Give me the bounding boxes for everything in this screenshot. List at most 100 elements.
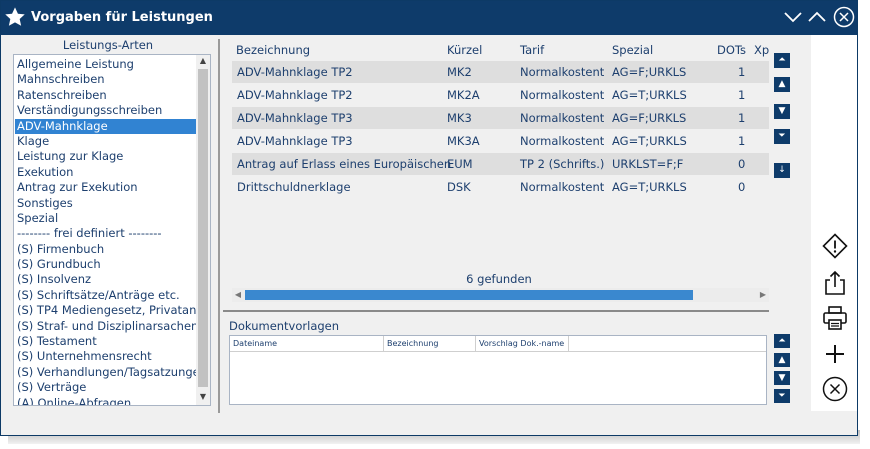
- header-xp[interactable]: Xp: [754, 43, 769, 57]
- list-item[interactable]: Sonstiges: [15, 196, 197, 211]
- doc-header-dateiname[interactable]: Dateiname: [230, 336, 384, 351]
- cell-bezeichnung: ADV-Mahnklage TP2: [237, 65, 353, 79]
- list-item[interactable]: (S) Verhandlungen/Tagsatzungen: [15, 365, 197, 380]
- header-kuerzel[interactable]: Kürzel: [447, 43, 482, 57]
- list-scrollbar[interactable]: ▲ ▼: [196, 55, 210, 405]
- arrow-down-icon: ↓: [778, 165, 786, 175]
- table-row[interactable]: Drittschuldnerklage DSK Normalkostent AG=T;…: [232, 176, 769, 198]
- doc-header-vorschlag[interactable]: Vorschlag Dok.-name: [476, 336, 569, 351]
- leistungs-arten-panel: Leistungs-Arten Allgemeine Leistung Mahns…: [1, 35, 215, 413]
- list-item[interactable]: -------- frei definiert --------: [15, 226, 197, 241]
- cell-spezial: AG=F;URKLS: [612, 111, 687, 125]
- grid-nav-button[interactable]: ↓: [774, 163, 790, 178]
- cell-tarif: Normalkostent: [520, 111, 605, 125]
- list-item[interactable]: Mahnschreiben: [15, 72, 197, 87]
- list-item[interactable]: (S) Straf- und Disziplinarsachen: [15, 319, 197, 334]
- horizontal-splitter[interactable]: [223, 310, 769, 312]
- leistungs-arten-list[interactable]: Allgemeine Leistung Mahnschreiben Ratensch…: [13, 54, 211, 406]
- scrollbar-thumb[interactable]: [198, 69, 208, 387]
- list-item[interactable]: (S) Firmenbuch: [15, 242, 197, 257]
- chevron-down-icon: ▼: [778, 106, 786, 116]
- list-item[interactable]: Ratenschreiben: [15, 88, 197, 103]
- header-tarif[interactable]: Tarif: [520, 43, 544, 57]
- list-item[interactable]: (S) Unternehmensrecht: [15, 349, 197, 364]
- grid-nav-button[interactable]: ⏷: [774, 129, 790, 144]
- cell-tarif: Normalkostent: [520, 88, 605, 102]
- double-chevron-down-icon: ⏷: [778, 131, 786, 141]
- list-item[interactable]: (A) Online-Abfragen: [15, 396, 197, 405]
- table-row[interactable]: ADV-Mahnklage TP3 MK3 Normalkostent AG=F;UR…: [232, 107, 769, 129]
- table-row[interactable]: ADV-Mahnklage TP3 MK3A Normalkostent AG=T;U…: [232, 130, 769, 152]
- header-dots[interactable]: DOTs: [717, 43, 746, 57]
- header-bezeichnung[interactable]: Bezeichnung: [236, 43, 310, 57]
- doc-down-button[interactable]: ▼: [774, 371, 790, 385]
- doc-last-button[interactable]: ⏷: [774, 389, 790, 403]
- warning-diamond-icon[interactable]: [822, 233, 848, 259]
- scroll-down-arrow-icon[interactable]: ▼: [196, 391, 210, 403]
- dokumentvorlagen-header: Dateiname Bezeichnung Vorschlag Dok.-nam…: [230, 336, 766, 352]
- list-item[interactable]: (S) Schriftsätze/Anträge etc.: [15, 288, 197, 303]
- doc-header-bezeichnung[interactable]: Bezeichnung: [384, 336, 476, 351]
- printer-icon[interactable]: [822, 305, 848, 331]
- dialog-window: Vorgaben für Leistungen Leistungs-Arten …: [0, 0, 858, 436]
- dokumentvorlagen-table[interactable]: Dateiname Bezeichnung Vorschlag Dok.-nam…: [229, 335, 767, 405]
- scroll-right-arrow-icon[interactable]: ▶: [757, 288, 769, 302]
- list-item[interactable]: Antrag zur Exekution: [15, 180, 197, 195]
- scroll-left-arrow-icon[interactable]: ◀: [232, 288, 244, 302]
- add-plus-icon[interactable]: [822, 341, 848, 367]
- close-icon[interactable]: [833, 6, 855, 28]
- list-item[interactable]: (S) Insolvenz: [15, 272, 197, 287]
- list-item[interactable]: (S) Grundbuch: [15, 257, 197, 272]
- cell-bezeichnung: ADV-Mahnklage TP2: [237, 88, 353, 102]
- cell-tarif: Normalkostent: [520, 134, 605, 148]
- star-icon: [5, 7, 25, 26]
- maximize-chevron-up-icon[interactable]: [807, 7, 827, 27]
- title-bar: Vorgaben für Leistungen: [1, 1, 857, 35]
- list-item[interactable]: ADV-Mahnklage: [15, 118, 197, 134]
- double-chevron-down-icon: ⏷: [778, 391, 786, 401]
- vertical-splitter[interactable]: [218, 39, 220, 413]
- scroll-up-arrow-icon[interactable]: ▲: [196, 55, 210, 67]
- table-row[interactable]: ADV-Mahnklage TP2 MK2A Normalkostent AG=T;U…: [232, 84, 769, 106]
- list-item[interactable]: Allgemeine Leistung: [15, 57, 197, 72]
- horizontal-scrollbar-thumb[interactable]: [245, 290, 693, 300]
- list-item[interactable]: Klage: [15, 134, 197, 149]
- horizontal-scrollbar[interactable]: ◀ ▶: [232, 288, 769, 302]
- grid-nav-button[interactable]: ▲: [774, 77, 790, 92]
- cell-kuerzel: MK2: [447, 65, 472, 79]
- cell-bezeichnung: Drittschuldnerklage: [237, 180, 351, 194]
- dokumentvorlagen-title: Dokumentvorlagen: [229, 319, 340, 333]
- list-item[interactable]: Verständigungsschreiben: [15, 103, 197, 118]
- minimize-chevron-down-icon[interactable]: [783, 7, 803, 27]
- cell-kuerzel: MK3: [447, 111, 472, 125]
- list-item[interactable]: (S) Testament: [15, 334, 197, 349]
- cell-dots: 1: [738, 111, 746, 125]
- cell-tarif: TP 2 (Schrifts.): [520, 157, 605, 171]
- chevron-down-icon: ▼: [778, 373, 786, 383]
- list-item[interactable]: Exekution: [15, 165, 197, 180]
- list-item[interactable]: Leistung zur Klage: [15, 149, 197, 164]
- list-item[interactable]: Spezial: [15, 211, 197, 226]
- cell-kuerzel: EUM: [447, 157, 473, 171]
- cell-bezeichnung: ADV-Mahnklage TP3: [237, 134, 353, 148]
- bottom-bar: [1, 413, 857, 435]
- list-item[interactable]: (S) Verträge: [15, 380, 197, 395]
- cell-spezial: URKLST=F;F: [612, 157, 684, 171]
- delete-x-circle-icon[interactable]: [822, 376, 848, 402]
- doc-up-button[interactable]: ▲: [774, 353, 790, 367]
- list-item[interactable]: (S) TP4 Mediengesetz, Privatanklage: [15, 303, 197, 318]
- table-row[interactable]: Antrag auf Erlass eines Europäischen EUM T…: [232, 153, 769, 175]
- export-share-icon[interactable]: [822, 270, 848, 296]
- grid-nav-button[interactable]: ⏶: [774, 53, 790, 68]
- cell-kuerzel: DSK: [447, 180, 471, 194]
- cell-dots: 1: [738, 65, 746, 79]
- cell-tarif: Normalkostent: [520, 65, 605, 79]
- grid-nav-button[interactable]: ▼: [774, 104, 790, 119]
- table-row[interactable]: ADV-Mahnklage TP2 MK2 Normalkostent AG=F;UR…: [232, 61, 769, 83]
- cell-kuerzel: MK2A: [447, 88, 480, 102]
- header-spezial[interactable]: Spezial: [612, 43, 653, 57]
- leistungs-arten-label: Leistungs-Arten: [62, 38, 154, 52]
- cell-tarif: Normalkostent: [520, 180, 605, 194]
- chevron-up-icon: ▲: [778, 79, 786, 89]
- doc-first-button[interactable]: ⏶: [774, 334, 790, 348]
